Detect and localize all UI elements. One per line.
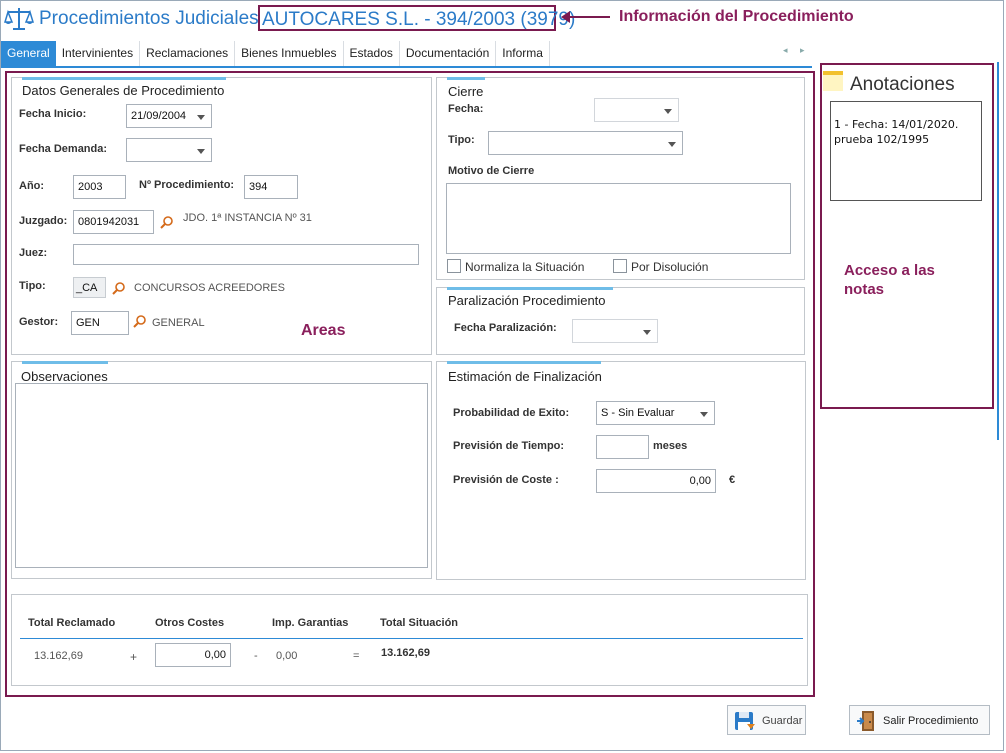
- tab-bienes-inmuebles[interactable]: Bienes Inmuebles: [235, 41, 344, 67]
- notes-highlight: [820, 63, 994, 409]
- tab-informa[interactable]: Informa: [496, 41, 550, 67]
- tab-intervinientes[interactable]: Intervinientes: [56, 41, 141, 67]
- tab-general[interactable]: General: [1, 41, 56, 67]
- guardar-label: Guardar: [762, 715, 803, 727]
- procedure-info-highlight: AUTOCARES S.L. - 394/2003 (3979): [258, 5, 575, 31]
- annotation-info-label: Información del Procedimiento: [619, 8, 854, 25]
- save-icon: [735, 712, 755, 730]
- notes-scrollbar[interactable]: [994, 62, 1002, 440]
- annotation-arrow-line: [566, 16, 610, 18]
- procedure-info-title: AUTOCARES S.L. - 394/2003 (3979): [262, 9, 576, 30]
- tab-documentacion[interactable]: Documentación: [400, 41, 497, 67]
- tab-scroll-left-button[interactable]: ◂: [783, 45, 788, 56]
- window-title: Procedimientos Judiciales: [39, 8, 259, 29]
- salir-label: Salir Procedimiento: [883, 715, 979, 727]
- tab-reclamaciones[interactable]: Reclamaciones: [140, 41, 236, 67]
- tab-estados[interactable]: Estados: [344, 41, 400, 67]
- exit-door-icon: [857, 711, 874, 731]
- tab-scroll-right-button[interactable]: ▸: [800, 45, 805, 56]
- scales-of-justice-icon: [4, 8, 34, 30]
- salir-procedimiento-button[interactable]: Salir Procedimiento: [849, 705, 990, 735]
- tab-underline: [1, 66, 812, 68]
- tab-bar: General Intervinientes Reclamaciones Bie…: [1, 41, 550, 67]
- areas-highlight: [5, 71, 815, 697]
- guardar-button[interactable]: Guardar: [727, 705, 806, 735]
